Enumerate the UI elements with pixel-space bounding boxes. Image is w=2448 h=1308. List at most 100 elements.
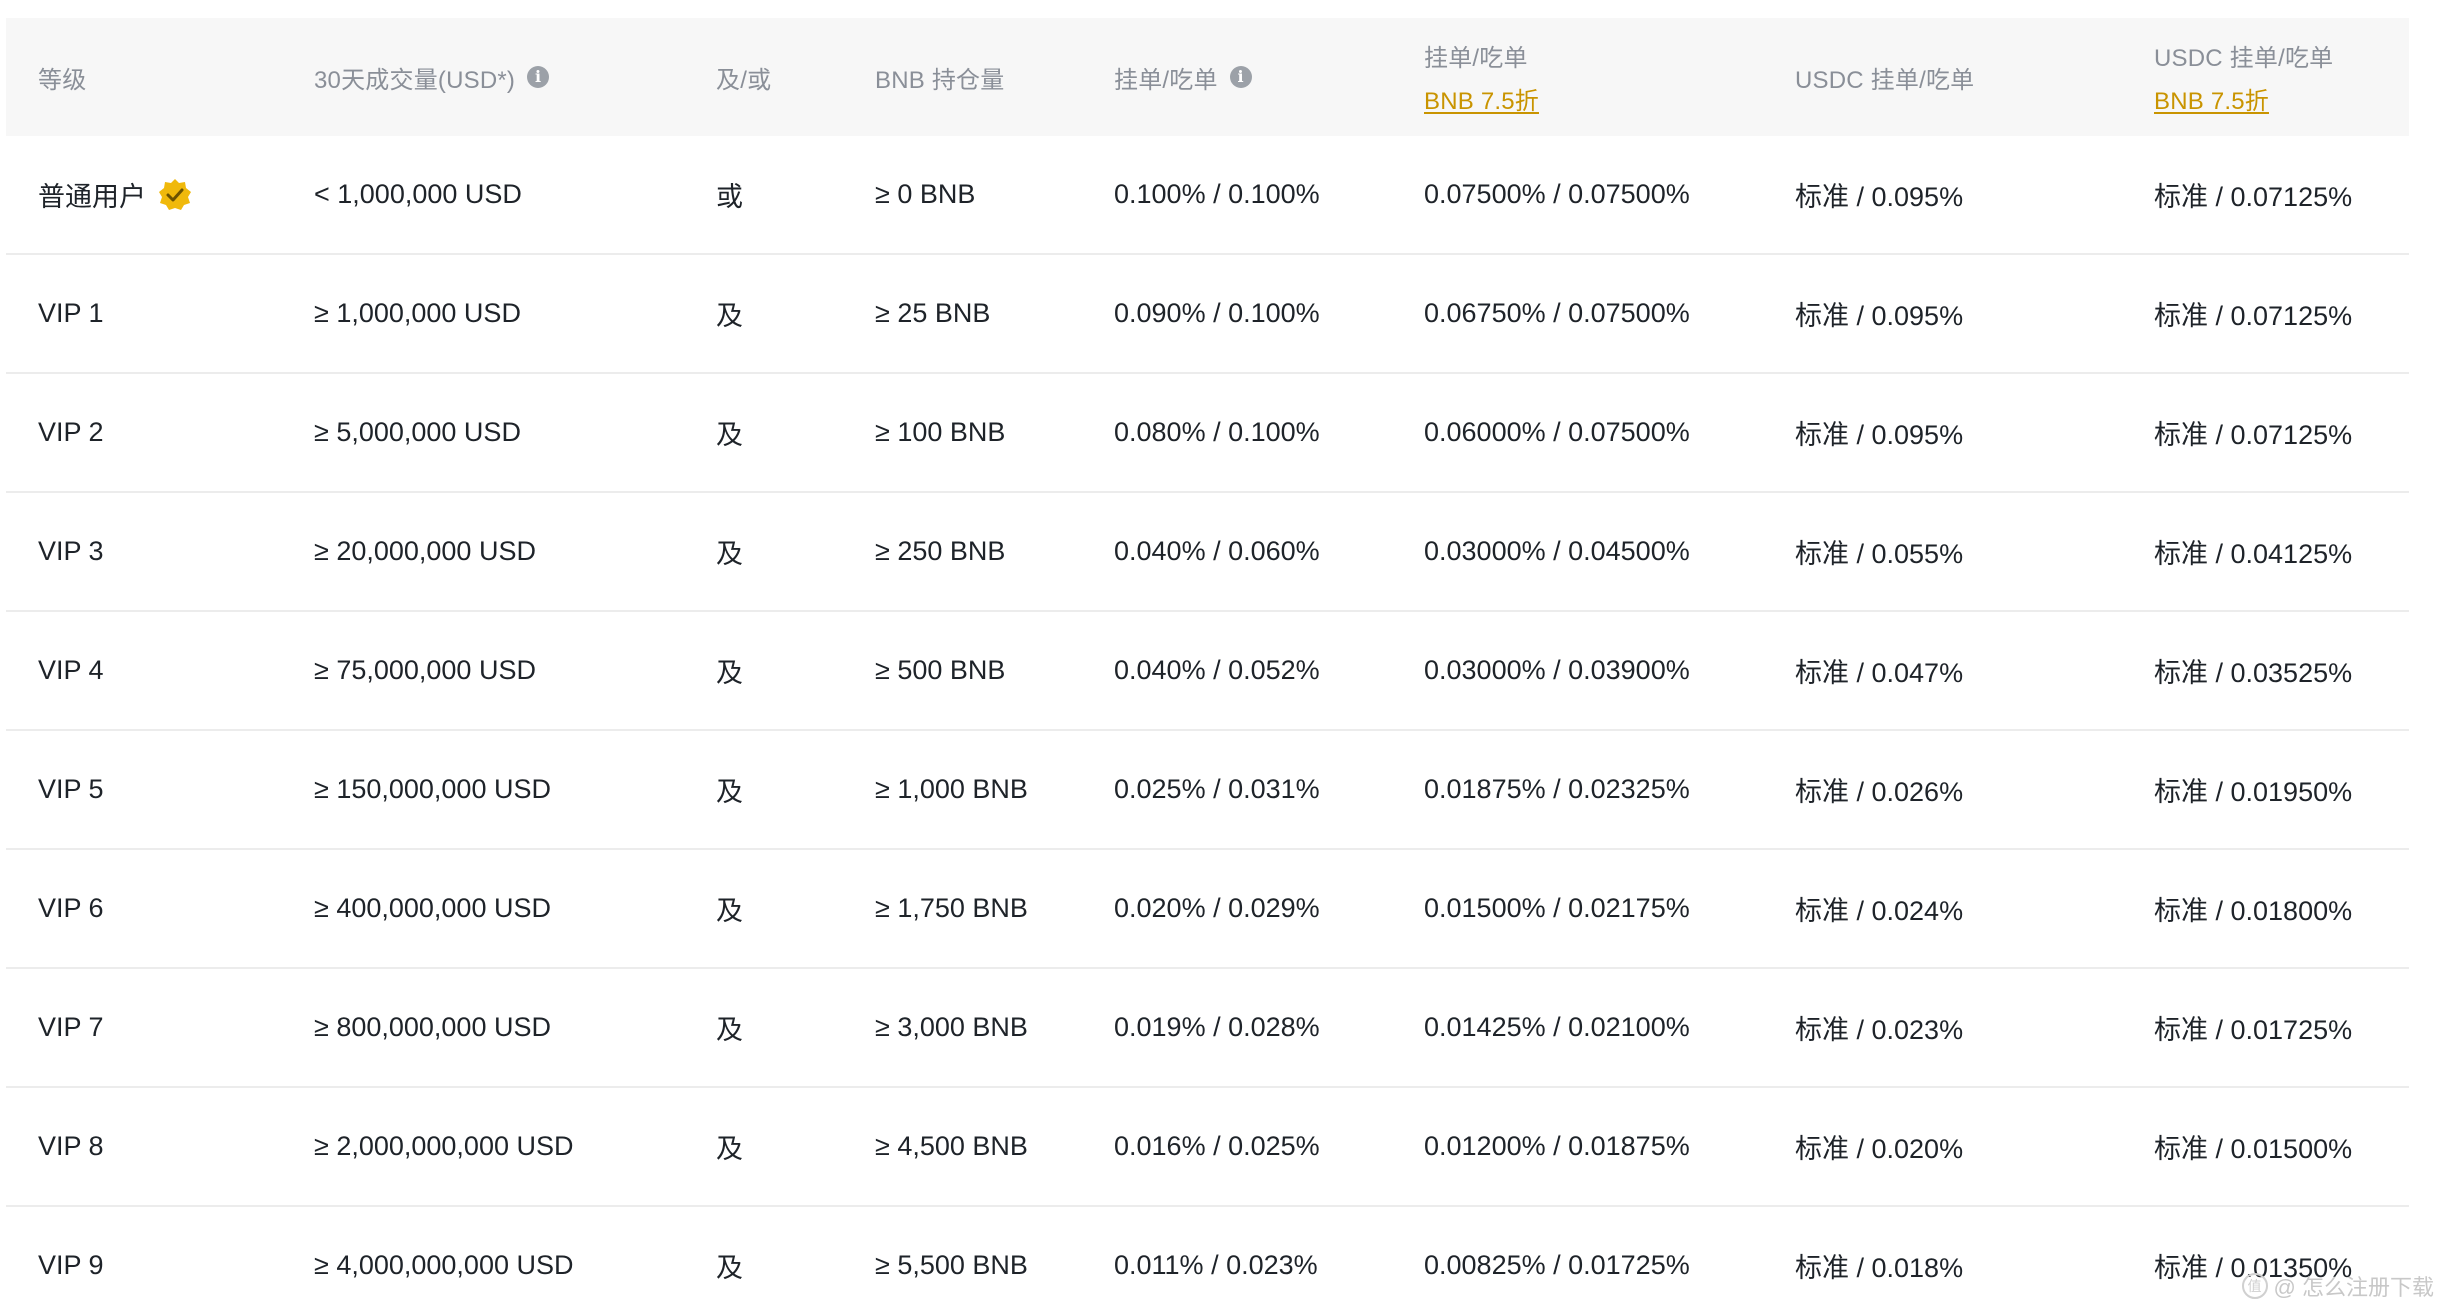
usdc-maker-taker-cell: 标准 / 0.055% [1795,493,1963,610]
level-cell-text: VIP 9 [38,1250,104,1280]
volume-cell: ≥ 400,000,000 USD [314,850,551,967]
maker-taker-bnb-cell-text: 0.00825% / 0.01725% [1424,1250,1690,1280]
volume-cell-text: ≥ 5,000,000 USD [314,417,521,447]
usdc-maker-taker-bnb-cell: 标准 / 0.07125% [2154,136,2352,253]
usdc-maker-taker-cell: 标准 / 0.095% [1795,374,1963,491]
maker-taker-bnb-cell: 0.00825% / 0.01725% [1424,1207,1690,1308]
andor-cell: 及 [716,1088,743,1205]
table-row: VIP 3 ≥ 20,000,000 USD 及 ≥ 250 BNB 0.040% / … [6,493,2409,612]
table-row: VIP 4 ≥ 75,000,000 USD 及 ≥ 500 BNB 0.040% / … [6,612,2409,731]
usdc-maker-taker-bnb-cell-text: 标准 / 0.01725% [2154,1015,2353,1045]
header-maker-taker: 挂单/吃单 i [1114,18,1252,136]
level-cell: VIP 7 [38,969,104,1086]
table-row: 普通用户 < 1,000,000 USD 或 ≥ 0 BNB 0.100% / 0.10… [6,136,2409,255]
header-usdc-maker-taker: USDC 挂单/吃单 [1795,18,1974,136]
level-cell-text: VIP 4 [38,655,104,685]
usdc-maker-taker-cell: 标准 / 0.047% [1795,612,1963,729]
bnb-holding-cell: ≥ 100 BNB [875,374,1005,491]
watermark-text: @ 怎么注册下载 [2273,1275,2434,1300]
volume-cell-text: ≥ 150,000,000 USD [314,774,551,804]
usdc-maker-taker-cell: 标准 / 0.095% [1795,136,1963,253]
andor-cell-text: 或 [716,182,743,212]
volume-cell: ≥ 1,000,000 USD [314,255,521,372]
level-cell-text: 普通用户 [38,182,146,212]
bnb-discount-link[interactable]: BNB 7.5折 [1424,81,1539,116]
andor-cell-text: 及 [716,1253,743,1283]
level-cell: VIP 3 [38,493,104,610]
volume-cell-text: ≥ 20,000,000 USD [314,536,536,566]
maker-taker-cell: 0.016% / 0.025% [1114,1088,1320,1205]
table-header: 等级 30天成交量(USD*) i 及/或 BNB 持仓量 挂单/吃单 i 挂单… [6,18,2409,136]
usdc-maker-taker-bnb-cell: 标准 / 0.07125% [2154,255,2352,372]
maker-taker-cell-text: 0.040% / 0.060% [1114,536,1320,566]
maker-taker-cell: 0.040% / 0.052% [1114,612,1320,729]
usdc-maker-taker-cell-text: 标准 / 0.024% [1795,896,1964,926]
volume-cell-text: < 1,000,000 USD [314,179,522,209]
header-usdc-maker-taker-bnb-label: USDC 挂单/吃单 [2154,45,2334,72]
usdc-maker-taker-cell: 标准 / 0.020% [1795,1088,1963,1205]
maker-taker-bnb-cell-text: 0.01425% / 0.02100% [1424,1012,1690,1042]
usdc-maker-taker-bnb-cell-text: 标准 / 0.07125% [2154,301,2353,331]
level-cell: VIP 5 [38,731,104,848]
table-row: VIP 9 ≥ 4,000,000,000 USD 及 ≥ 5,500 BNB 0.01… [6,1207,2409,1308]
maker-taker-cell-text: 0.016% / 0.025% [1114,1131,1320,1161]
header-bnb-holding: BNB 持仓量 [875,18,1004,136]
bnb-holding-cell: ≥ 25 BNB [875,255,990,372]
andor-cell: 及 [716,493,743,610]
header-maker-taker-bnb-label: 挂单/吃单 [1424,45,1528,72]
bnb-holding-cell-text: ≥ 1,750 BNB [875,893,1028,923]
volume-cell: ≥ 4,000,000,000 USD [314,1207,574,1308]
usdc-maker-taker-bnb-cell: 标准 / 0.04125% [2154,493,2352,610]
bnb-holding-cell-text: ≥ 5,500 BNB [875,1250,1028,1280]
usdc-maker-taker-cell: 标准 / 0.095% [1795,255,1963,372]
maker-taker-bnb-cell-text: 0.06750% / 0.07500% [1424,298,1690,328]
usdc-maker-taker-bnb-cell-text: 标准 / 0.04125% [2154,539,2353,569]
maker-taker-cell: 0.080% / 0.100% [1114,374,1320,491]
maker-taker-bnb-cell: 0.01200% / 0.01875% [1424,1088,1690,1205]
usdc-maker-taker-bnb-cell: 标准 / 0.01500% [2154,1088,2352,1205]
usdc-maker-taker-bnb-cell-text: 标准 / 0.03525% [2154,658,2353,688]
andor-cell-text: 及 [716,301,743,331]
info-icon[interactable]: i [527,66,550,88]
bnb-holding-cell-text: ≥ 500 BNB [875,655,1006,685]
andor-cell: 及 [716,969,743,1086]
info-icon[interactable]: i [1229,66,1252,88]
bnb-holding-cell-text: ≥ 1,000 BNB [875,774,1028,804]
header-andor: 及/或 [716,18,771,136]
usdc-bnb-discount-link[interactable]: BNB 7.5折 [2154,81,2333,116]
volume-cell: < 1,000,000 USD [314,136,522,253]
usdc-maker-taker-bnb-cell-text: 标准 / 0.01500% [2154,1134,2353,1164]
bnb-holding-cell-text: ≥ 250 BNB [875,536,1006,566]
maker-taker-cell-text: 0.040% / 0.052% [1114,655,1320,685]
volume-cell-text: ≥ 75,000,000 USD [314,655,536,685]
maker-taker-bnb-cell: 0.06750% / 0.07500% [1424,255,1690,372]
table-row: VIP 5 ≥ 150,000,000 USD 及 ≥ 1,000 BNB 0.025%… [6,731,2409,850]
bnb-holding-cell: ≥ 5,500 BNB [875,1207,1028,1308]
header-volume: 30天成交量(USD*) i [314,18,550,136]
maker-taker-cell: 0.025% / 0.031% [1114,731,1320,848]
maker-taker-bnb-cell: 0.01425% / 0.02100% [1424,969,1690,1086]
maker-taker-cell-text: 0.019% / 0.028% [1114,1012,1320,1042]
volume-cell: ≥ 75,000,000 USD [314,612,536,729]
usdc-maker-taker-bnb-cell-text: 标准 / 0.01950% [2154,777,2353,807]
table-row: VIP 2 ≥ 5,000,000 USD 及 ≥ 100 BNB 0.080% / 0… [6,374,2409,493]
maker-taker-cell: 0.020% / 0.029% [1114,850,1320,967]
header-level: 等级 [38,18,86,136]
andor-cell-text: 及 [716,1015,743,1045]
maker-taker-cell-text: 0.020% / 0.029% [1114,893,1320,923]
maker-taker-bnb-cell: 0.06000% / 0.07500% [1424,374,1690,491]
usdc-maker-taker-bnb-cell: 标准 / 0.01950% [2154,731,2352,848]
level-cell: VIP 2 [38,374,104,491]
level-cell-text: VIP 8 [38,1131,104,1161]
andor-cell-text: 及 [716,1134,743,1164]
header-maker-taker-label: 挂单/吃单 [1114,66,1218,94]
bnb-holding-cell: ≥ 4,500 BNB [875,1088,1028,1205]
bnb-holding-cell: ≥ 0 BNB [875,136,975,253]
bnb-holding-cell-text: ≥ 4,500 BNB [875,1131,1028,1161]
bnb-holding-cell: ≥ 3,000 BNB [875,969,1028,1086]
andor-cell: 及 [716,731,743,848]
volume-cell: ≥ 5,000,000 USD [314,374,521,491]
maker-taker-bnb-cell: 0.03000% / 0.04500% [1424,493,1690,610]
watermark: 值 @ 怎么注册下载 [2241,1270,2434,1302]
usdc-maker-taker-bnb-cell: 标准 / 0.07125% [2154,374,2352,491]
